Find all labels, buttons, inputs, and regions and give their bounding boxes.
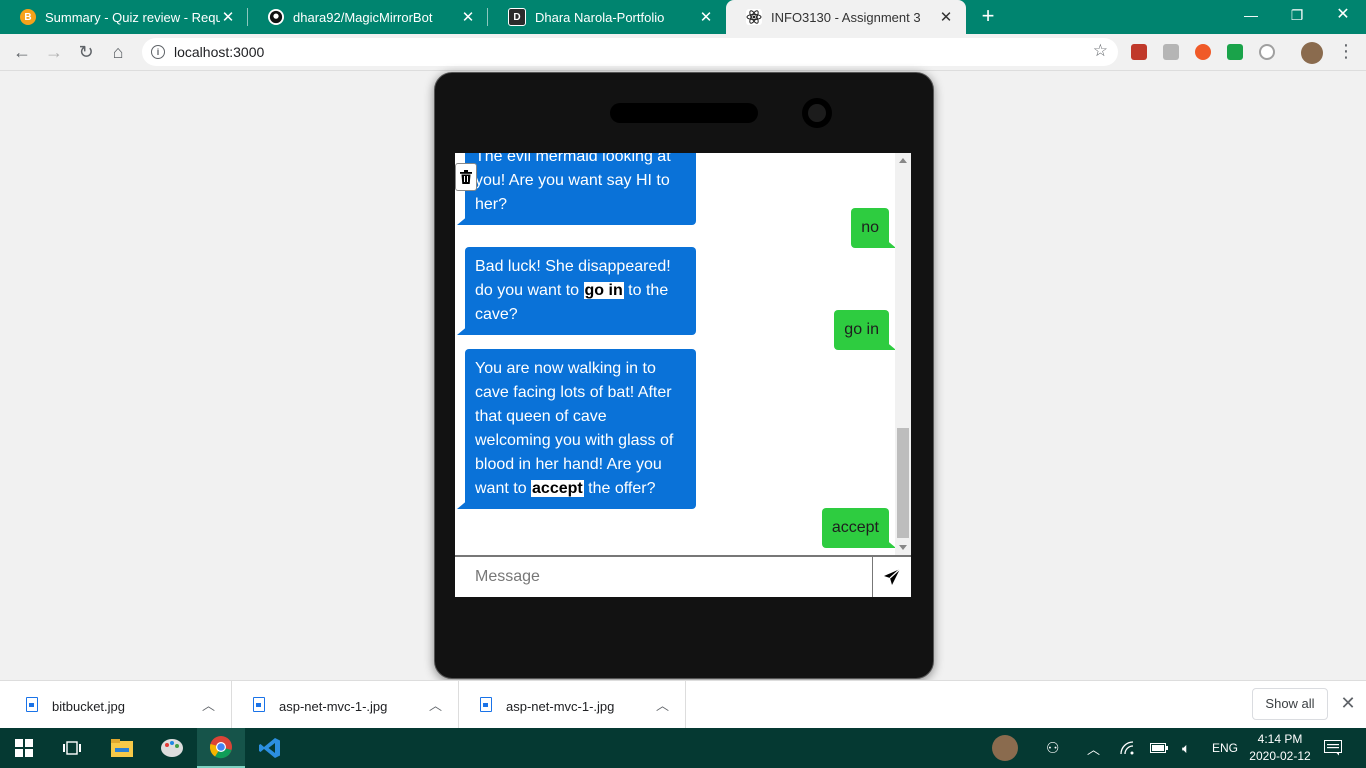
clock-time: 4:14 PM [1257,732,1303,746]
browser-tab-strip: B Summary - Quiz review - Require ✕ dhar… [0,0,1366,34]
info-icon[interactable]: i [151,45,165,59]
url-text[interactable]: localhost:3000 [174,44,264,60]
clock[interactable]: 4:14 PM 2020-02-12 [1240,731,1320,765]
user-message: accept [821,508,895,548]
gray-extension-icon[interactable] [1163,44,1179,60]
address-bar[interactable]: i localhost:3000 ☆ [142,38,1118,66]
chat-scrollbar[interactable] [895,153,911,555]
scroll-down-arrow[interactable] [899,545,907,550]
notifications-icon[interactable] [1324,728,1342,768]
battery-icon[interactable] [1150,728,1168,768]
chevron-up-icon[interactable]: ︿ [202,695,215,714]
paint-app-icon[interactable] [148,728,196,768]
tab-title: INFO3130 - Assignment 3 [771,9,921,25]
new-tab-icon[interactable]: + [976,4,1000,28]
clock-date: 2020-02-12 [1249,749,1311,763]
highlighted-option: go in [583,282,624,299]
brightspace-icon: B [20,9,36,25]
phone-frame: The evil mermaid looking at you! Are you… [434,72,934,679]
task-view-icon[interactable] [48,728,96,768]
back-icon[interactable]: ← [10,40,34,64]
download-item[interactable]: asp-net-mvc-1-.jpg ︿ [458,681,686,729]
send-icon [884,568,901,585]
close-tab-icon[interactable]: ✕ [460,8,476,26]
show-all-button[interactable]: Show all [1252,688,1328,720]
browser-toolbar: ← → ↻ ⌂ i localhost:3000 ☆ ⋮ [0,34,1366,71]
send-button[interactable] [873,557,911,597]
avatar [992,735,1018,761]
forward-icon[interactable]: → [42,40,66,64]
close-tab-icon[interactable]: ✕ [698,8,714,26]
phone-speaker [610,103,758,123]
download-filename: bitbucket.jpg [52,699,125,714]
circle-extension-icon[interactable] [1259,44,1275,60]
tab-magicmirrorbot[interactable]: dhara92/MagicMirrorBot ✕ [248,0,488,34]
network-icon[interactable] [1120,728,1136,768]
tab-title: Dhara Narola-Portfolio [535,9,665,25]
chevron-up-icon[interactable]: ︿ [1087,728,1100,768]
pdf-extension-icon[interactable] [1131,44,1147,60]
tab-dhara-portfolio[interactable]: D Dhara Narola-Portfolio ✕ [488,0,726,34]
tab-summary-quiz-review[interactable]: B Summary - Quiz review - Require ✕ [0,0,248,34]
windows-start-icon[interactable] [0,728,48,768]
more-menu-icon[interactable]: ⋮ [1337,42,1355,60]
language-indicator[interactable]: ENG [1212,728,1238,768]
scroll-up-arrow[interactable] [899,158,907,163]
message-input[interactable] [455,557,873,597]
bot-message: You are now walking in to cave facing lo… [457,349,696,509]
scroll-thumb[interactable] [897,428,909,538]
download-item[interactable]: asp-net-mvc-1-.jpg ︿ [231,681,459,729]
download-filename: asp-net-mvc-1-.jpg [506,699,615,714]
user-message: no [851,208,895,248]
close-window-icon[interactable]: ✕ [1320,0,1366,30]
github-icon [268,9,284,25]
avatar[interactable] [1301,42,1323,64]
people-icon[interactable]: ⚇ [1046,728,1059,768]
download-filename: asp-net-mvc-1-.jpg [279,699,388,714]
download-item[interactable]: bitbucket.jpg ︿ [4,681,232,729]
tab-title: dhara92/MagicMirrorBot [293,9,433,25]
vscode-icon[interactable] [246,728,294,768]
chrome-icon[interactable] [197,728,245,768]
chevron-up-icon[interactable]: ︿ [656,695,669,714]
highlighted-option: accept [531,480,584,497]
bot-message: Bad luck! She disappeared! do you want t… [457,247,696,335]
tab-info3130-assignment[interactable]: INFO3130 - Assignment 3 ✕ [726,0,966,34]
bot-message: The evil mermaid looking at you! Are you… [457,153,696,225]
react-icon [746,9,762,25]
minimize-icon[interactable]: — [1228,0,1274,30]
close-tab-icon[interactable]: ✕ [938,8,954,26]
file-explorer-icon[interactable] [98,728,146,768]
close-downloads-icon[interactable]: ✕ [1338,693,1358,713]
image-file-icon [253,697,265,712]
restore-icon[interactable]: ❐ [1274,0,1320,30]
chat-messages: The evil mermaid looking at you! Are you… [455,153,895,555]
reload-icon[interactable]: ↻ [74,40,98,64]
phone-camera [802,98,832,128]
bookmark-star-icon[interactable]: ☆ [1093,41,1108,61]
windows-taskbar: ⚇ ︿ 🔈︎ ENG 4:14 PM 2020-02-12 [0,728,1366,768]
chat-screen: The evil mermaid looking at you! Are you… [455,153,911,597]
home-icon[interactable]: ⌂ [106,40,130,64]
check-extension-icon[interactable] [1227,44,1243,60]
downloads-bar: bitbucket.jpg ︿ asp-net-mvc-1-.jpg ︿ asp… [0,680,1366,729]
trash-icon[interactable] [455,163,477,191]
image-file-icon [26,697,38,712]
message-composer [455,555,911,597]
volume-icon[interactable]: 🔈︎ [1182,728,1190,768]
user-avatar-tray[interactable] [992,728,1018,768]
user-message: go in [834,310,895,350]
chevron-up-icon[interactable]: ︿ [429,695,442,714]
close-tab-icon[interactable]: ✕ [220,8,236,26]
tab-title: Summary - Quiz review - Require [45,9,220,25]
d-logo-icon: D [508,8,526,26]
fire-extension-icon[interactable] [1195,44,1211,60]
image-file-icon [480,697,492,712]
